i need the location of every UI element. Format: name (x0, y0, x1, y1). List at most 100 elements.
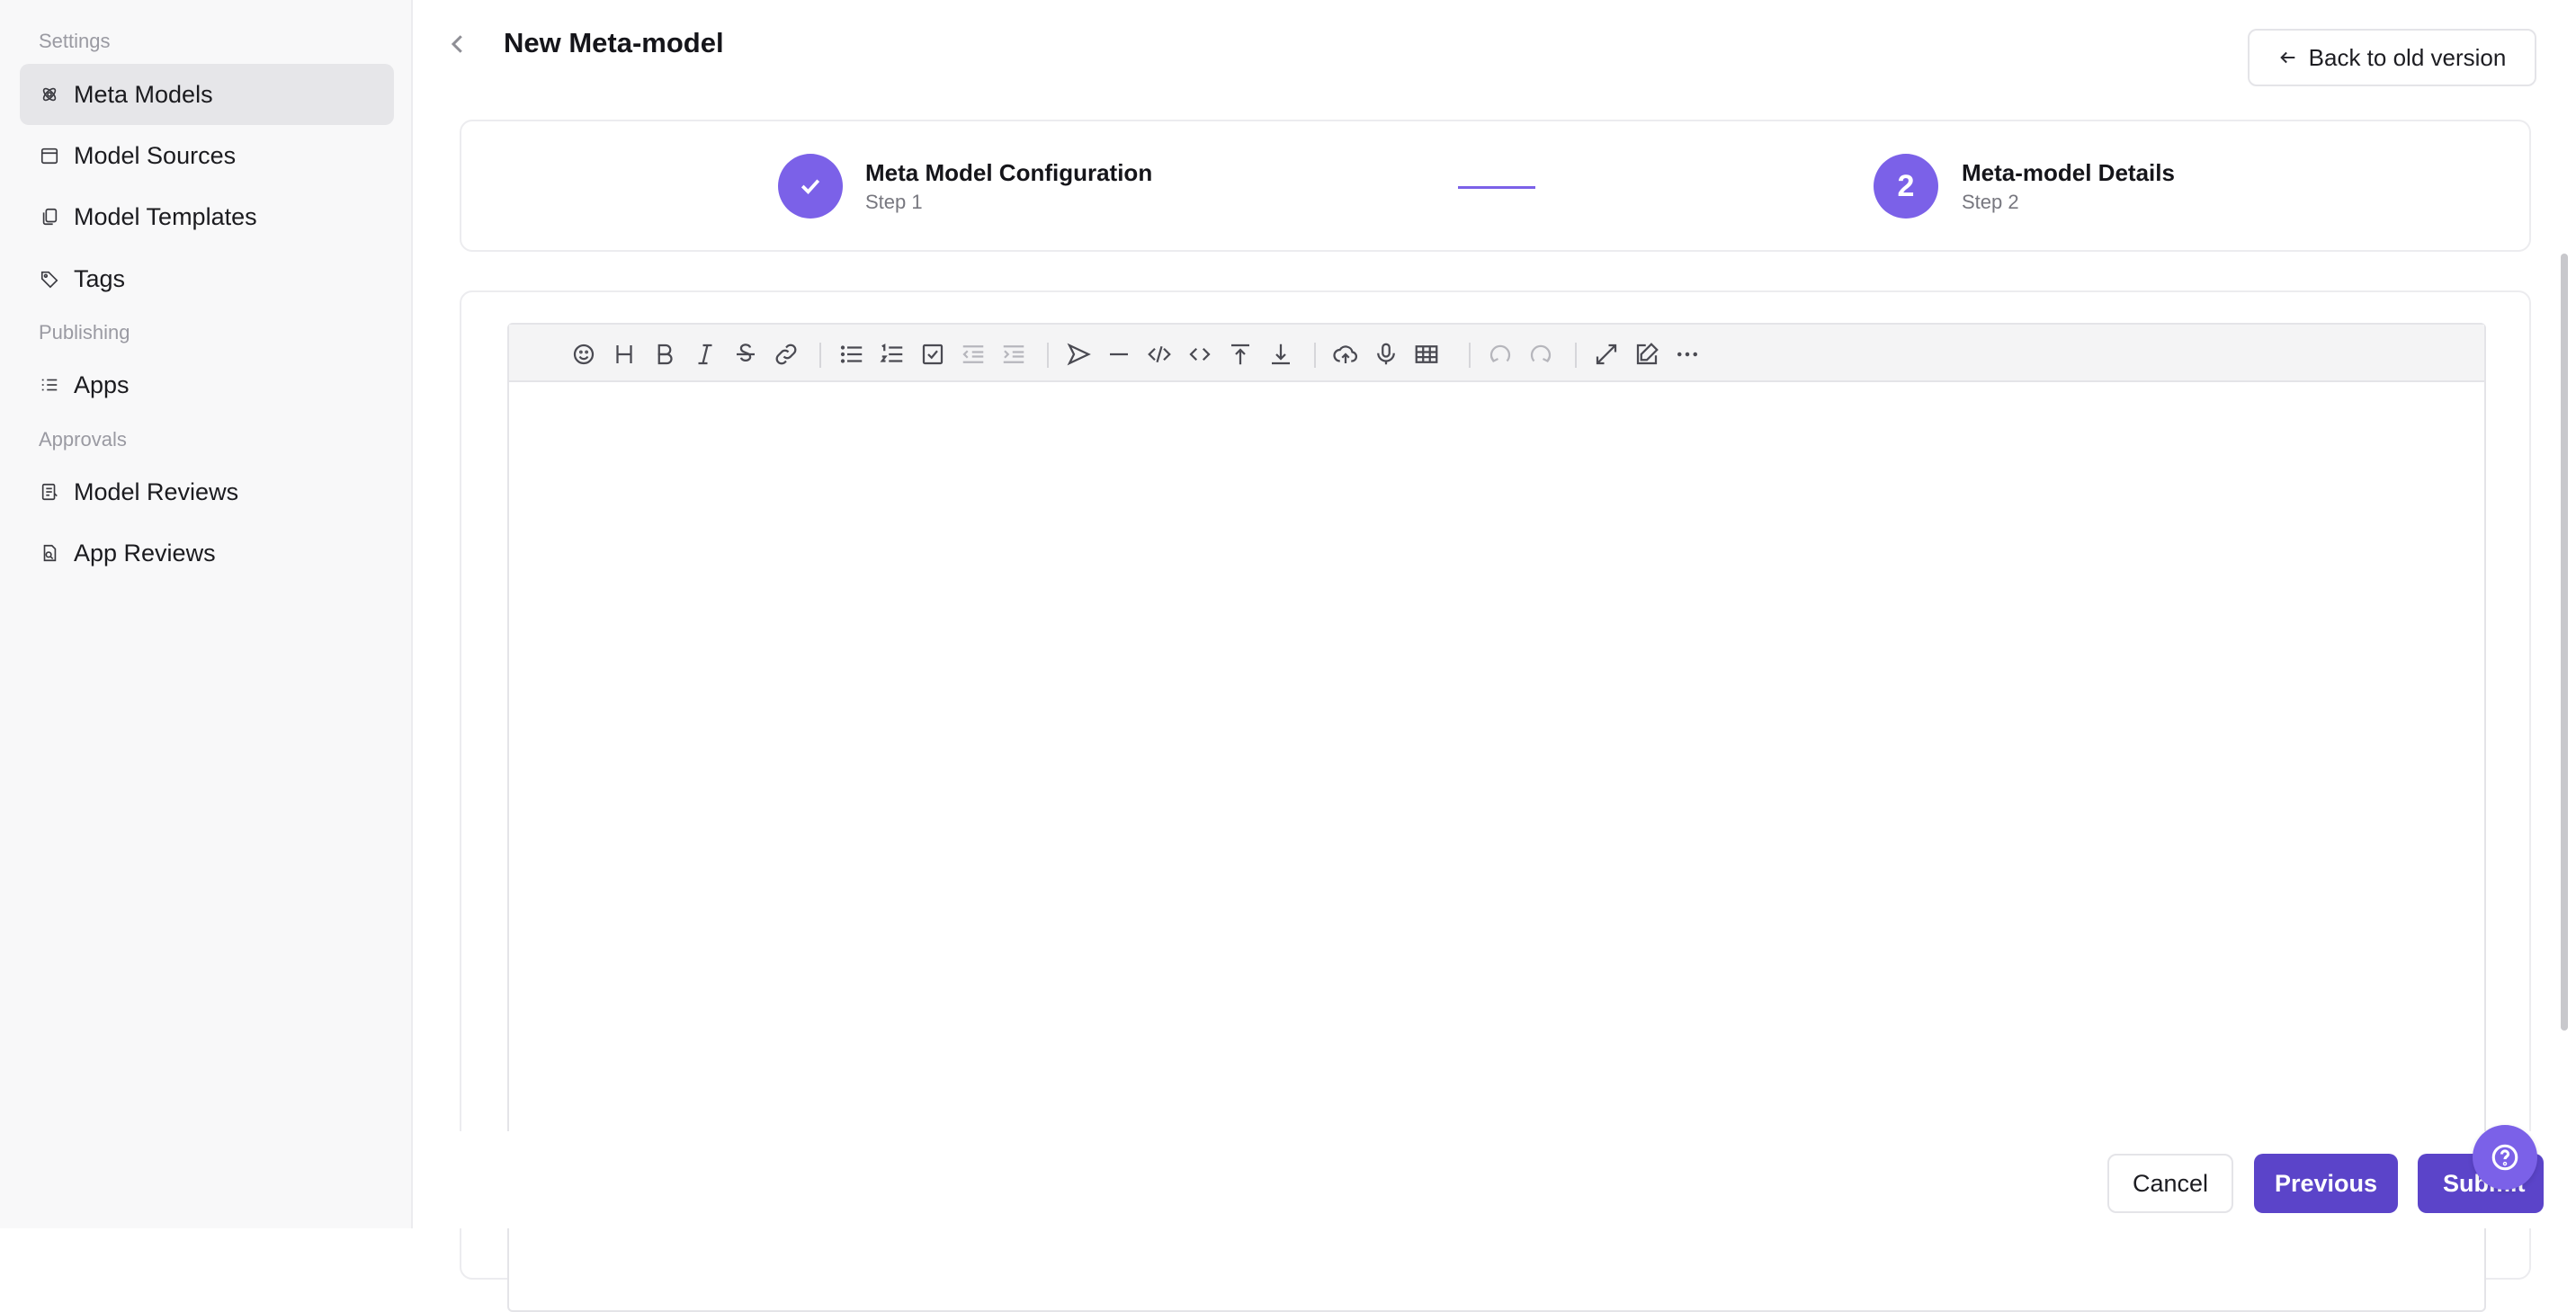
toolbar-divider (819, 343, 821, 368)
undo-icon (1489, 344, 1511, 363)
microphone-icon (1377, 343, 1395, 365)
link-button[interactable] (772, 340, 801, 369)
sidebar-item-label: Meta Models (74, 80, 213, 108)
back-to-old-version-label: Back to old version (2308, 43, 2507, 71)
ordered-list-button[interactable] (878, 340, 907, 369)
strikethrough-button[interactable] (731, 340, 760, 369)
sidebar-item-label: Model Templates (74, 202, 257, 230)
arrow-left-icon (2279, 51, 2294, 64)
step-2-indicator[interactable]: 2 (1874, 154, 1938, 219)
minus-icon (1110, 353, 1128, 356)
section-label-approvals: Approvals (39, 428, 127, 451)
strikethrough-icon (737, 344, 755, 362)
redo-icon (1530, 344, 1552, 363)
undo-button[interactable] (1486, 340, 1515, 369)
toolbar-divider (1314, 343, 1316, 368)
step-connector (1458, 186, 1535, 189)
insert-after-button[interactable] (1266, 340, 1295, 369)
help-icon (2491, 1144, 2518, 1171)
toolbar-divider (1469, 343, 1471, 368)
upload-button[interactable] (1331, 340, 1360, 369)
app-review-icon (38, 541, 61, 565)
step-2-title: Meta-model Details (1962, 159, 2175, 186)
toolbar-divider (1575, 343, 1577, 368)
previous-button[interactable]: Previous (2254, 1154, 2398, 1213)
back-chevron-button[interactable] (444, 31, 471, 58)
sidebar-item-label: Tags (74, 264, 126, 292)
sidebar-item-model-reviews[interactable]: Model Reviews (20, 461, 394, 522)
sidebar-item-meta-models[interactable]: Meta Models (20, 64, 394, 125)
section-label-settings: Settings (39, 30, 111, 52)
sidebar: Settings Meta Models Model Sources Model… (0, 0, 413, 1228)
emoji-icon (573, 344, 595, 365)
italic-button[interactable] (691, 340, 720, 369)
copy-icon (38, 205, 61, 228)
sidebar-item-label: App Reviews (74, 539, 216, 567)
scrollbar[interactable] (2561, 254, 2568, 1031)
tag-icon (38, 267, 61, 290)
cancel-button[interactable]: Cancel (2107, 1154, 2233, 1213)
edit-icon (1636, 343, 1659, 365)
chevron-left-icon (451, 35, 462, 53)
bullet-list-icon (840, 345, 863, 363)
redo-button[interactable] (1526, 340, 1555, 369)
sidebar-item-app-reviews[interactable]: App Reviews (20, 522, 394, 584)
stepper: Meta Model Configuration Step 1 2 Meta-m… (460, 120, 2531, 252)
sidebar-item-label: Model Reviews (74, 477, 239, 505)
fullscreen-button[interactable] (1592, 340, 1621, 369)
back-to-old-version-button[interactable]: Back to old version (2248, 29, 2536, 86)
insert-after-icon (1272, 344, 1290, 365)
expand-icon (1596, 344, 1617, 365)
step-2-subtitle: Step 2 (1962, 191, 2019, 213)
page-title: New Meta-model (504, 27, 724, 58)
code-block-button[interactable] (1145, 340, 1174, 369)
send-icon (1067, 343, 1091, 366)
insert-before-icon (1231, 344, 1249, 365)
link-icon (775, 344, 797, 365)
calendar-icon (38, 144, 61, 167)
inline-code-icon (1189, 347, 1211, 361)
sidebar-item-tags[interactable]: Tags (20, 248, 394, 309)
step-1-title: Meta Model Configuration (865, 159, 1153, 186)
more-button[interactable] (1673, 340, 1702, 369)
emoji-button[interactable] (569, 340, 598, 369)
outdent-icon (962, 345, 984, 363)
indent-icon (1003, 345, 1024, 363)
table-icon (1415, 345, 1438, 363)
insert-before-button[interactable] (1226, 340, 1255, 369)
step-1-subtitle: Step 1 (865, 191, 923, 213)
heading-button[interactable] (610, 340, 639, 369)
horizontal-rule-button[interactable] (1105, 340, 1133, 369)
heading-icon (616, 345, 632, 363)
sidebar-item-model-templates[interactable]: Model Templates (20, 186, 394, 247)
code-block-icon (1148, 345, 1171, 363)
italic-icon (698, 344, 712, 365)
edit-mode-button[interactable] (1632, 340, 1661, 369)
footer-bar (415, 1131, 2576, 1228)
sidebar-item-apps[interactable]: Apps (20, 354, 394, 415)
check-list-button[interactable] (918, 340, 947, 369)
section-label-publishing: Publishing (39, 321, 130, 344)
check-icon (801, 179, 820, 194)
more-horizontal-icon (1677, 352, 1698, 357)
ordered-list-icon (880, 344, 903, 362)
sidebar-item-label: Apps (74, 370, 130, 398)
outdent-button[interactable] (959, 340, 988, 369)
bold-icon (657, 344, 673, 365)
record-button[interactable] (1372, 340, 1400, 369)
help-button[interactable] (2473, 1125, 2537, 1190)
quote-button[interactable] (1064, 340, 1093, 369)
bold-button[interactable] (650, 340, 679, 369)
indent-button[interactable] (999, 340, 1028, 369)
bullet-list-button[interactable] (837, 340, 866, 369)
inline-code-button[interactable] (1185, 340, 1214, 369)
step-1-indicator[interactable] (778, 154, 843, 219)
check-list-icon (922, 344, 944, 365)
table-button[interactable] (1412, 340, 1441, 369)
toolbar-divider (1047, 343, 1049, 368)
cloud-upload-icon (1333, 345, 1358, 363)
sidebar-item-model-sources[interactable]: Model Sources (20, 125, 394, 186)
list-icon (38, 373, 61, 397)
sidebar-item-label: Model Sources (74, 141, 237, 169)
editor-toolbar (509, 325, 2484, 382)
